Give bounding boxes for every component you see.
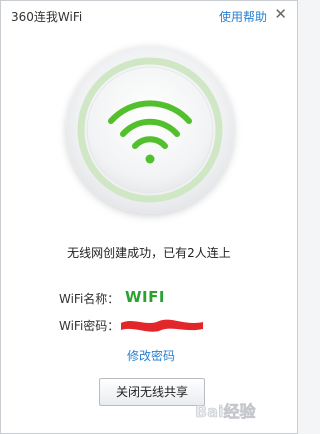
help-link[interactable]: 使用帮助 <box>219 8 267 25</box>
close-icon[interactable]: ✕ <box>274 5 287 23</box>
status-message: 无线网创建成功，已有2人连上 <box>67 246 231 260</box>
wifi-name-value: WIFI <box>125 288 165 306</box>
wifi-password-label: WiFi密码： <box>59 319 120 333</box>
window-title: 360连我WiFi <box>11 10 83 24</box>
inner-disc <box>86 66 214 194</box>
wifi-name-label: WiFi名称： <box>59 292 120 306</box>
baidu-watermark: Bai经验 <box>195 402 257 422</box>
modify-password-link[interactable]: 修改密码 <box>127 347 175 364</box>
password-redaction <box>121 319 203 332</box>
svg-text:Bai经验: Bai经验 <box>195 402 256 421</box>
wifi-hero <box>1 31 297 237</box>
titlebar: 360连我WiFi 使用帮助 ✕ <box>1 1 297 31</box>
app-window: 360连我WiFi 使用帮助 ✕ 无线网创建成功，已有2人连上 WiFi名称： … <box>0 0 298 434</box>
wifi-dot <box>145 154 155 164</box>
close-wireless-share-button[interactable]: 关闭无线共享 <box>99 378 205 406</box>
